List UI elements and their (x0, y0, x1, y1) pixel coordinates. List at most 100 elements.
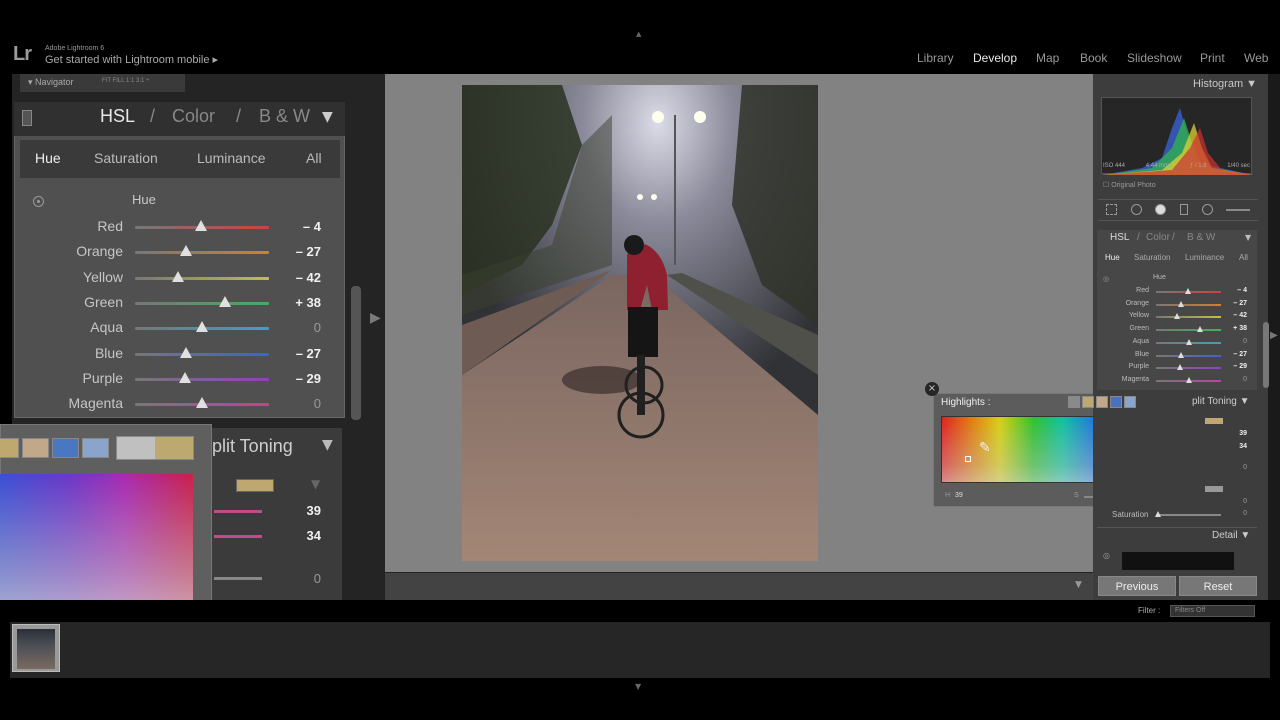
module-slideshow[interactable]: Slideshow (1127, 51, 1182, 65)
right-tab-all[interactable]: All (1239, 253, 1248, 262)
slider-track-orange[interactable] (135, 251, 269, 255)
highlights-swatch[interactable] (1096, 396, 1108, 408)
hsl-mode-hsl[interactable]: HSL (100, 106, 135, 127)
hsl-mode-color[interactable]: Color (172, 106, 215, 127)
slider-thumb-red[interactable] (194, 220, 207, 231)
highlights-swatch[interactable] (1124, 396, 1136, 408)
right-highlights-swatch[interactable] (1205, 418, 1223, 424)
module-library[interactable]: Library (917, 51, 954, 65)
right-saturation-slider[interactable] (1156, 514, 1221, 516)
photo-preview[interactable] (462, 85, 818, 561)
red-eye-icon[interactable] (1155, 204, 1166, 215)
st-sat-track[interactable] (214, 535, 262, 538)
right-slider-track-yellow[interactable] (1156, 316, 1221, 319)
right-slider-track-orange[interactable] (1156, 303, 1221, 306)
right-target-icon[interactable]: ◎ (1103, 275, 1109, 283)
highlights-swatch[interactable] (1110, 396, 1122, 408)
slider-track-yellow[interactable] (135, 276, 269, 280)
split-toning-collapse-icon[interactable]: ▼ (322, 437, 333, 453)
panel-toggle-switch[interactable] (22, 110, 32, 126)
right-shadows-swatch[interactable] (1205, 486, 1223, 492)
slider-thumb-green[interactable] (218, 295, 231, 307)
left-panel-scrollbar[interactable] (351, 286, 361, 420)
picker-swatch[interactable] (22, 438, 49, 458)
tab-all[interactable]: All (306, 150, 322, 166)
right-slider-track-purple[interactable] (1156, 367, 1221, 370)
highlights-swatch[interactable] (1068, 396, 1080, 408)
hsl-collapse-icon[interactable]: ▼ (322, 109, 333, 125)
color-marker[interactable] (965, 456, 971, 462)
split-toning-title[interactable]: plit Toning (212, 436, 293, 457)
detail-target-icon[interactable]: ◎ (1103, 551, 1110, 560)
right-slider-thumb-red[interactable] (1184, 288, 1191, 294)
toolbar-menu-icon[interactable]: ▼ (1075, 580, 1082, 590)
radial-filter-icon[interactable] (1202, 204, 1213, 215)
right-tab-luminance[interactable]: Luminance (1185, 253, 1224, 262)
highlights-color-swatch[interactable] (236, 479, 274, 492)
right-slider-thumb-aqua[interactable] (1185, 338, 1192, 345)
right-slider-thumb-blue[interactable] (1177, 351, 1184, 358)
slider-thumb-magenta[interactable] (196, 397, 208, 409)
tab-luminance[interactable]: Luminance (197, 150, 266, 166)
color-field[interactable] (0, 474, 193, 610)
slider-track-blue[interactable] (135, 352, 269, 356)
right-hsl-mode-b-w[interactable]: B & W (1187, 232, 1215, 243)
filter-dropdown[interactable]: Filters Off (1170, 605, 1255, 617)
highlights-swatch[interactable] (1082, 396, 1094, 408)
original-photo-checkbox[interactable]: ☐ Original Photo (1103, 181, 1156, 189)
right-slider-track-green[interactable] (1156, 329, 1221, 332)
slider-thumb-purple[interactable] (178, 371, 191, 383)
right-tab-saturation[interactable]: Saturation (1134, 253, 1170, 262)
reset-button[interactable]: Reset (1179, 576, 1257, 596)
left-panel-toggle-icon[interactable]: ▶ (370, 310, 381, 326)
slider-thumb-yellow[interactable] (171, 270, 184, 282)
right-slider-track-blue[interactable] (1156, 354, 1221, 357)
right-split-toning-header[interactable]: plit Toning ▼ (1192, 396, 1250, 407)
slider-thumb-orange[interactable] (179, 245, 192, 257)
slider-thumb-blue[interactable] (179, 346, 192, 358)
tab-hue[interactable]: Hue (35, 150, 61, 166)
right-slider-thumb-yellow[interactable] (1173, 313, 1180, 320)
histogram-header[interactable]: Histogram ▼ (1193, 78, 1257, 90)
collapse-bottom-chevron-icon[interactable]: ▼ (635, 682, 641, 691)
collapse-top-chevron-icon[interactable]: ▲ (636, 30, 641, 38)
slider-track-green[interactable] (135, 301, 269, 305)
right-slider-thumb-orange[interactable] (1177, 300, 1184, 307)
st-balance-track[interactable] (214, 577, 262, 580)
hsl-mode-b-w[interactable]: B & W (259, 106, 310, 127)
targeted-adjustment-icon[interactable] (33, 196, 44, 207)
module-print[interactable]: Print (1200, 51, 1225, 65)
spot-removal-icon[interactable] (1131, 204, 1142, 215)
module-develop[interactable]: Develop (973, 51, 1017, 65)
right-panel-scrollbar[interactable] (1263, 322, 1269, 388)
st-hue-track[interactable] (214, 510, 262, 513)
navigator-zoom-options[interactable]: FIT FILL 1:1 3:1 ÷ (102, 78, 149, 84)
slider-thumb-aqua[interactable] (196, 321, 208, 333)
right-panel-toggle-icon[interactable]: ▶ (1270, 330, 1278, 341)
right-saturation-thumb[interactable] (1155, 511, 1161, 517)
slider-track-purple[interactable] (135, 377, 269, 381)
right-hsl-mode-color[interactable]: Color (1146, 232, 1170, 243)
right-slider-thumb-magenta[interactable] (1185, 376, 1192, 383)
right-slider-thumb-green[interactable] (1196, 326, 1203, 333)
tab-saturation[interactable]: Saturation (94, 150, 158, 166)
right-hsl-collapse-icon[interactable]: ▼ (1245, 233, 1251, 242)
right-slider-thumb-purple[interactable] (1177, 364, 1184, 371)
split-toning-expand-icon[interactable]: ▼ (311, 477, 320, 491)
picker-current-color[interactable] (116, 436, 194, 460)
picker-swatch[interactable] (0, 438, 19, 458)
close-icon[interactable]: × (925, 382, 939, 396)
module-web[interactable]: Web (1244, 51, 1268, 65)
detail-header[interactable]: Detail ▼ (1212, 530, 1250, 541)
right-tab-hue[interactable]: Hue (1105, 253, 1120, 262)
previous-button[interactable]: Previous (1098, 576, 1176, 596)
adjustment-brush-icon[interactable] (1226, 209, 1250, 211)
module-map[interactable]: Map (1036, 51, 1059, 65)
module-book[interactable]: Book (1080, 51, 1107, 65)
picker-swatch[interactable] (52, 438, 79, 458)
filmstrip-thumbnail[interactable] (12, 624, 60, 672)
picker-swatch[interactable] (82, 438, 109, 458)
graduated-filter-icon[interactable] (1180, 204, 1188, 215)
crop-icon[interactable] (1106, 204, 1117, 215)
right-hsl-mode-hsl[interactable]: HSL (1110, 232, 1129, 243)
